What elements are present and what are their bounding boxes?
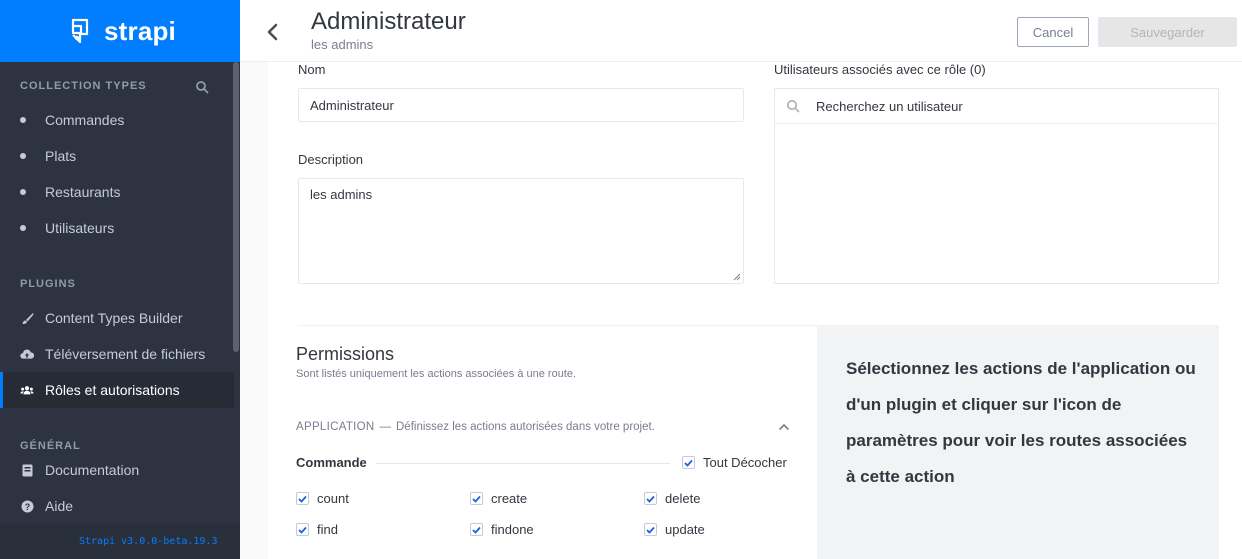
sidebar-item-documentation[interactable]: Documentation bbox=[0, 452, 234, 488]
application-section-header[interactable]: Application — Définissez les actions aut… bbox=[296, 421, 655, 433]
checkbox-checked-icon bbox=[296, 492, 309, 505]
sidebar-item-utilisateurs[interactable]: Utilisateurs bbox=[0, 210, 234, 246]
action-label: find bbox=[317, 522, 338, 537]
search-icon bbox=[786, 99, 800, 113]
section-plugins: Plugins bbox=[20, 278, 76, 290]
group-divider bbox=[376, 463, 670, 464]
permission-group-name: Commande bbox=[296, 455, 367, 470]
bullet-icon bbox=[20, 153, 26, 159]
description-label: Description bbox=[298, 152, 364, 167]
checkbox-checked-icon bbox=[470, 492, 483, 505]
routes-info-text: Sélectionnez les actions de l'applicatio… bbox=[846, 359, 1196, 486]
back-chevron-icon[interactable] bbox=[264, 22, 282, 42]
bullet-icon bbox=[20, 225, 26, 231]
permissions-subtitle: Sont listés uniquement les actions assoc… bbox=[296, 368, 577, 380]
page-subtitle: les admins bbox=[311, 37, 374, 52]
routes-info-panel: Sélectionnez les actions de l'applicatio… bbox=[817, 325, 1219, 559]
save-button[interactable]: Sauvegarder bbox=[1098, 17, 1237, 47]
page-header: Administrateur les admins Cancel Sauvega… bbox=[240, 0, 1242, 62]
brand-logo[interactable]: strapi bbox=[0, 0, 240, 62]
action-checkbox-findone[interactable]: findone bbox=[470, 522, 534, 537]
sidebar-item-label: Plats bbox=[45, 148, 77, 164]
sidebar-item-restaurants[interactable]: Restaurants bbox=[0, 174, 234, 210]
action-label: count bbox=[317, 491, 349, 506]
users-icon bbox=[20, 383, 34, 397]
section-collection-types: Collection Types bbox=[20, 80, 147, 92]
checkbox-checked-icon bbox=[644, 492, 657, 505]
checkbox-checked-icon bbox=[644, 523, 657, 536]
users-list bbox=[774, 88, 1219, 284]
users-label: Utilisateurs associés avec ce rôle (0) bbox=[774, 62, 986, 77]
search-icon[interactable] bbox=[195, 80, 209, 94]
checkbox-checked-icon bbox=[296, 523, 309, 536]
page-title: Administrateur bbox=[311, 8, 466, 35]
sidebar-item-roles[interactable]: Rôles et autorisations bbox=[0, 372, 234, 408]
sidebar-item-label: Commandes bbox=[45, 112, 125, 128]
sidebar-item-aide[interactable]: ? Aide bbox=[0, 488, 234, 524]
checkbox-checked-icon bbox=[470, 523, 483, 536]
description-value: les admins bbox=[310, 187, 373, 202]
application-description: Définissez les actions autorisées dans v… bbox=[396, 421, 655, 433]
sidebar-item-upload[interactable]: Téléversement de fichiers bbox=[0, 336, 234, 372]
sidebar-item-label: Restaurants bbox=[45, 184, 121, 200]
users-search-bar bbox=[775, 89, 1218, 124]
sidebar-item-label: Utilisateurs bbox=[45, 220, 115, 236]
permissions-title: Permissions bbox=[296, 344, 395, 364]
separator-dash: — bbox=[379, 421, 392, 433]
book-icon bbox=[20, 463, 34, 477]
resize-handle-icon[interactable] bbox=[733, 273, 741, 281]
bullet-icon bbox=[20, 189, 26, 195]
action-checkbox-delete[interactable]: delete bbox=[644, 491, 700, 506]
action-checkbox-count[interactable]: count bbox=[296, 491, 349, 506]
sidebar-item-label: Rôles et autorisations bbox=[45, 382, 180, 398]
sidebar: strapi Collection Types Commandes Plats … bbox=[0, 0, 240, 559]
action-checkbox-update[interactable]: update bbox=[644, 522, 705, 537]
users-search-input[interactable] bbox=[816, 98, 1196, 114]
question-circle-icon: ? bbox=[20, 499, 34, 513]
action-label: update bbox=[665, 522, 705, 537]
section-divider bbox=[298, 325, 817, 326]
sidebar-scrollbar[interactable] bbox=[233, 62, 239, 352]
bullet-icon bbox=[20, 117, 26, 123]
chevron-up-icon[interactable] bbox=[778, 422, 790, 432]
sidebar-item-commandes[interactable]: Commandes bbox=[0, 102, 234, 138]
sidebar-item-label: Téléversement de fichiers bbox=[45, 346, 206, 362]
checkbox-checked-icon bbox=[682, 456, 695, 469]
cloud-upload-icon bbox=[20, 347, 34, 361]
brand-name: strapi bbox=[103, 15, 176, 46]
name-label: Nom bbox=[298, 62, 326, 77]
action-checkbox-find[interactable]: find bbox=[296, 522, 338, 537]
action-label: create bbox=[491, 491, 528, 506]
description-textarea[interactable]: les admins bbox=[298, 178, 744, 284]
action-label: findone bbox=[491, 522, 534, 537]
strapi-logo-icon bbox=[71, 18, 89, 44]
sidebar-item-label: Content Types Builder bbox=[45, 310, 183, 326]
svg-text:?: ? bbox=[24, 502, 30, 512]
sidebar-item-content-types-builder[interactable]: Content Types Builder bbox=[0, 300, 234, 336]
sidebar-item-plats[interactable]: Plats bbox=[0, 138, 234, 174]
version-label: Strapi v3.0.0-beta.19.3 bbox=[0, 524, 240, 559]
toggle-all-checkbox[interactable]: Tout Décocher bbox=[682, 455, 787, 470]
application-label: Application bbox=[296, 421, 375, 433]
action-checkbox-create[interactable]: create bbox=[470, 491, 527, 506]
cancel-button[interactable]: Cancel bbox=[1017, 17, 1089, 47]
action-label: delete bbox=[665, 491, 701, 506]
brush-icon bbox=[20, 311, 34, 325]
sidebar-item-label: Documentation bbox=[45, 462, 140, 478]
name-input[interactable] bbox=[298, 88, 744, 122]
sidebar-item-label: Aide bbox=[45, 498, 74, 514]
toggle-all-label: Tout Décocher bbox=[703, 455, 787, 470]
